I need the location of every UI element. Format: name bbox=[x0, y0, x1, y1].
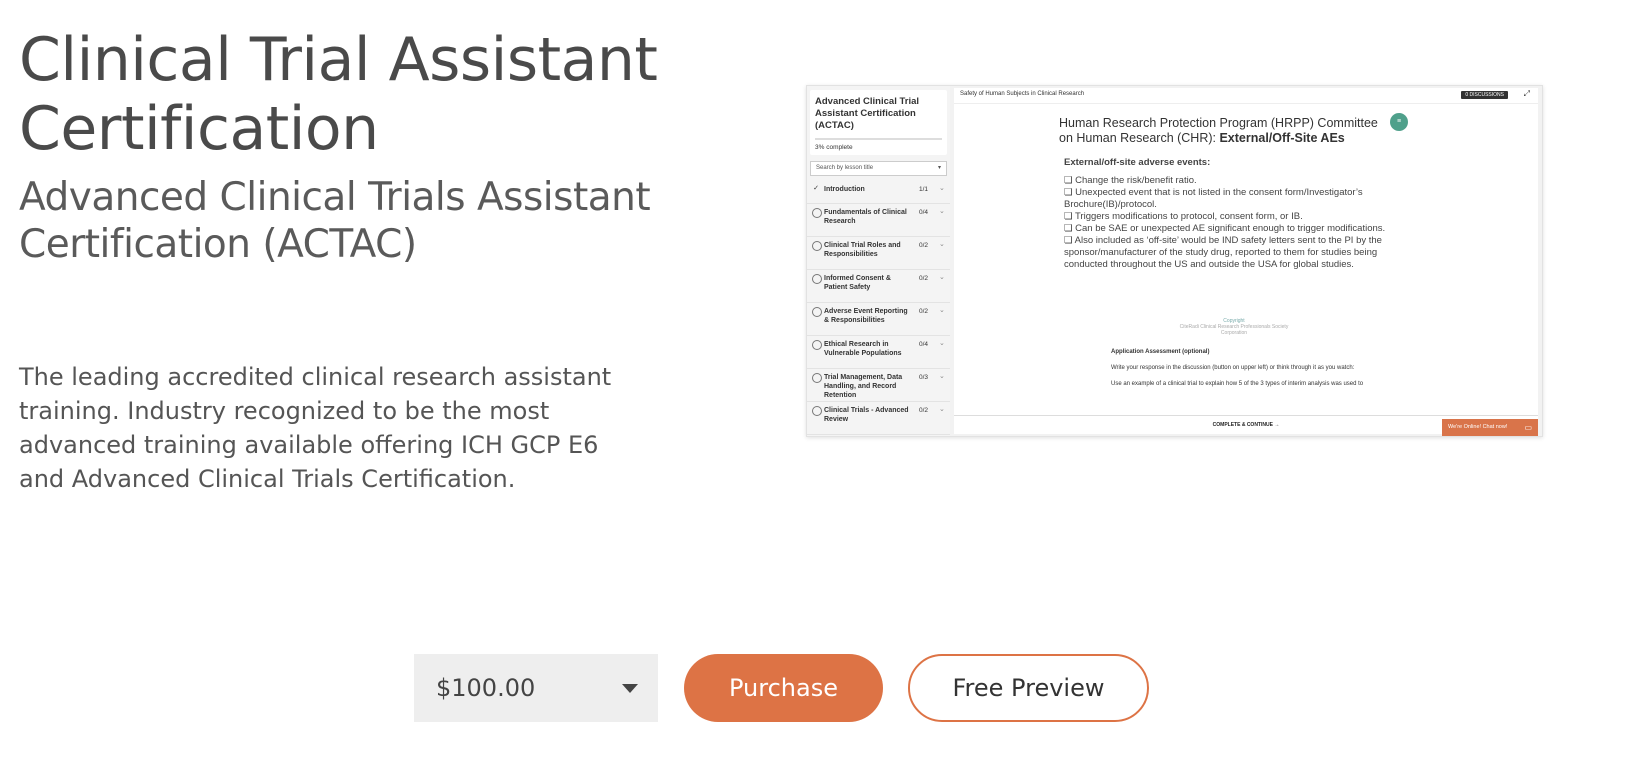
lesson-count: 0/2 bbox=[919, 275, 929, 282]
circle-icon bbox=[812, 307, 822, 317]
course-subtitle: Advanced Clinical Trials Assistant Certi… bbox=[19, 175, 651, 267]
circle-icon bbox=[812, 241, 822, 251]
preview-sidebar: Advanced Clinical Trial Assistant Certif… bbox=[807, 86, 950, 436]
preview-lesson-item: ✓ Introduction 1/1 ⌄ bbox=[807, 181, 950, 204]
lesson-count: 0/3 bbox=[919, 374, 929, 381]
preview-lesson-item: Clinical Trials - Advanced Review 0/2 ⌄ bbox=[807, 402, 950, 435]
preview-sidebar-header: Advanced Clinical Trial Assistant Certif… bbox=[810, 90, 947, 155]
circle-icon bbox=[812, 373, 822, 383]
preview-lesson-list: ✓ Introduction 1/1 ⌄ Fundamentals of Clinica… bbox=[807, 181, 950, 435]
slide-heading-line-2: on Human Research (CHR): External/Off-Si… bbox=[1059, 131, 1378, 146]
slide-heading-line-1: Human Research Protection Program (HRPP)… bbox=[1059, 116, 1378, 130]
preview-lesson-item: Trial Management, Data Handling, and Rec… bbox=[807, 369, 950, 402]
preview-progress-bar bbox=[815, 138, 942, 140]
expand-icon: ⤢ bbox=[1523, 89, 1530, 98]
preview-lesson-item: Adverse Event Reporting & Responsibiliti… bbox=[807, 303, 950, 336]
preview-copyright: Copyright CiteRadi Clinical Research Pro… bbox=[1174, 318, 1294, 336]
copyright-owner: CiteRadi Clinical Research Professionals… bbox=[1179, 324, 1289, 336]
preview-progress-text: 3% complete bbox=[815, 144, 853, 151]
chevron-down-icon: ⌄ bbox=[939, 208, 945, 215]
course-description: The leading accredited clinical research… bbox=[19, 363, 612, 493]
slide-bullet: ❏ Change the risk/benefit ratio. bbox=[1064, 175, 1197, 186]
circle-icon bbox=[812, 406, 822, 416]
circle-icon bbox=[812, 274, 822, 284]
preview-chat-widget: We're Online! Chat now! ▭ bbox=[1442, 419, 1538, 436]
lesson-count: 0/2 bbox=[919, 407, 929, 414]
chevron-down-icon: ⌄ bbox=[939, 185, 945, 192]
chevron-down-icon: ⌄ bbox=[939, 406, 945, 413]
slide-bullet: ❏ Can be SAE or unexpected AE significan… bbox=[1064, 223, 1386, 234]
preview-lesson-item: Fundamentals of Clinical Research 0/4 ⌄ bbox=[807, 204, 950, 237]
price-value: $100.00 bbox=[436, 674, 536, 702]
chat-icon: ▭ bbox=[1524, 423, 1532, 432]
preview-lesson-item: Clinical Trial Roles and Responsibilitie… bbox=[807, 237, 950, 270]
chat-label: We're Online! Chat now! bbox=[1448, 424, 1508, 430]
preview-search-input: Search by lesson title ▾ bbox=[810, 161, 947, 176]
assessment-line: Write your response in the discussion (b… bbox=[1111, 365, 1355, 371]
preview-panel-title: Safety of Human Subjects in Clinical Res… bbox=[960, 91, 1085, 97]
preview-lesson-item: Informed Consent & Patient Safety 0/2 ⌄ bbox=[807, 270, 950, 303]
slide-heading-text: on Human Research (CHR): bbox=[1059, 131, 1220, 145]
preview-course-title: Advanced Clinical Trial Assistant Certif… bbox=[815, 96, 920, 131]
assessment-title: Application Assessment (optional) bbox=[1111, 349, 1210, 355]
preview-lesson-panel: Safety of Human Subjects in Clinical Res… bbox=[954, 88, 1538, 434]
circle-icon bbox=[812, 208, 822, 218]
lesson-title: Informed Consent & Patient Safety bbox=[824, 275, 891, 291]
preview-discussions-badge: 0 DISCUSSIONS bbox=[1461, 91, 1508, 99]
lesson-count: 0/2 bbox=[919, 308, 929, 315]
lesson-title: Introduction bbox=[824, 186, 865, 193]
lesson-title: Clinical Trials - Advanced Review bbox=[824, 407, 909, 423]
circle-icon bbox=[812, 340, 822, 350]
course-preview-screenshot: Advanced Clinical Trial Assistant Certif… bbox=[806, 85, 1543, 437]
lesson-title: Adverse Event Reporting & Responsibiliti… bbox=[824, 308, 908, 324]
chevron-down-icon: ⌄ bbox=[939, 241, 945, 248]
lesson-title: Fundamentals of Clinical Research bbox=[824, 209, 907, 225]
chevron-down-icon: ▾ bbox=[937, 165, 941, 171]
preview-search-placeholder: Search by lesson title bbox=[816, 165, 874, 171]
preview-assessment: Application Assessment (optional) Write … bbox=[1111, 348, 1411, 396]
slide-subheading: External/off-site adverse events: bbox=[1064, 157, 1211, 168]
lesson-title: Trial Management, Data Handling, and Rec… bbox=[824, 374, 903, 399]
preview-slide-body: External/off-site adverse events: ❏ Chan… bbox=[1064, 157, 1399, 271]
free-preview-button[interactable]: Free Preview bbox=[908, 654, 1149, 722]
chevron-down-icon: ⌄ bbox=[939, 307, 945, 314]
slide-bullet: ❏ Also included as ‘off-site’ would be I… bbox=[1064, 235, 1382, 270]
checkmark-icon: ✓ bbox=[813, 185, 819, 192]
avatar: ≡ bbox=[1390, 113, 1408, 131]
slide-bullet: ❏ Unexpected event that is not listed in… bbox=[1064, 187, 1363, 210]
course-title: Clinical Trial Assistant Certification bbox=[19, 25, 658, 164]
lesson-count: 0/2 bbox=[919, 242, 929, 249]
preview-lesson-item: Ethical Research in Vulnerable Populatio… bbox=[807, 336, 950, 369]
lesson-count: 0/4 bbox=[919, 341, 929, 348]
chevron-down-icon bbox=[622, 684, 638, 693]
preview-slide-heading: Human Research Protection Program (HRPP)… bbox=[1059, 116, 1378, 146]
chevron-down-icon: ⌄ bbox=[939, 274, 945, 281]
lesson-count: 1/1 bbox=[919, 186, 929, 193]
purchase-button[interactable]: Purchase bbox=[684, 654, 883, 722]
slide-heading-bold: External/Off-Site AEs bbox=[1219, 131, 1345, 145]
price-select[interactable]: $100.00 bbox=[414, 654, 658, 722]
chevron-down-icon: ⌄ bbox=[939, 373, 945, 380]
lesson-title: Clinical Trial Roles and Responsibilitie… bbox=[824, 242, 901, 258]
lesson-count: 0/4 bbox=[919, 209, 929, 216]
lesson-title: Ethical Research in Vulnerable Populatio… bbox=[824, 341, 902, 357]
assessment-line: Use an example of a clinical trial to ex… bbox=[1111, 381, 1364, 387]
slide-bullet: ❏ Triggers modifications to protocol, co… bbox=[1064, 211, 1303, 222]
chevron-down-icon: ⌄ bbox=[939, 340, 945, 347]
preview-panel-header: Safety of Human Subjects in Clinical Res… bbox=[954, 88, 1538, 104]
